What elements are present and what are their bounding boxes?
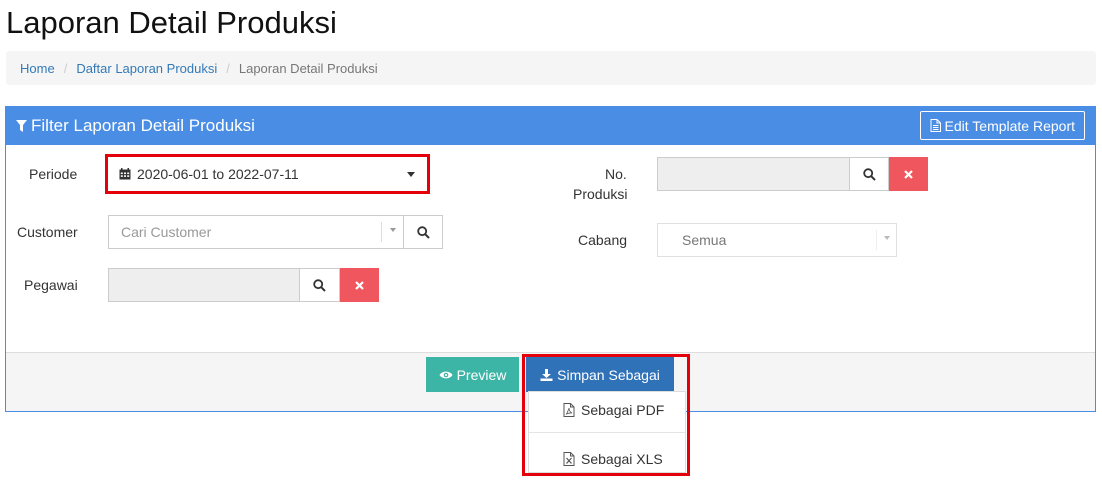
search-icon xyxy=(313,278,326,292)
highlight-box-periode xyxy=(105,154,430,194)
preview-button[interactable]: Preview xyxy=(426,357,519,392)
no-produksi-label-line2: Produksi xyxy=(573,186,628,202)
customer-label: Customer xyxy=(17,224,78,240)
breadcrumb-current: Laporan Detail Produksi xyxy=(238,60,378,76)
edit-template-label: Edit Template Report xyxy=(944,117,1075,134)
page-title: Laporan Detail Produksi xyxy=(6,5,337,40)
filter-icon xyxy=(16,120,27,132)
select-divider xyxy=(876,230,877,250)
search-icon xyxy=(862,167,876,181)
preview-label: Preview xyxy=(456,366,507,383)
no-produksi-search-button[interactable] xyxy=(849,157,889,191)
chevron-down-icon xyxy=(390,228,396,232)
customer-search-button[interactable] xyxy=(403,215,443,249)
select-divider xyxy=(381,222,382,242)
no-produksi-input[interactable] xyxy=(657,157,850,191)
highlight-box-simpan xyxy=(522,354,690,476)
filter-panel-heading: Filter Laporan Detail Produksi Edit Temp… xyxy=(6,107,1095,145)
edit-template-button[interactable]: Edit Template Report xyxy=(919,111,1085,140)
eye-icon xyxy=(439,371,453,378)
pegawai-clear-button[interactable] xyxy=(340,268,379,302)
search-icon xyxy=(416,225,430,239)
pegawai-search-button[interactable] xyxy=(299,268,340,302)
breadcrumb-list-link[interactable]: Daftar Laporan Produksi xyxy=(76,61,217,76)
cabang-label: Cabang xyxy=(578,232,628,248)
breadcrumb-separator: / xyxy=(63,60,68,76)
close-icon xyxy=(355,280,364,290)
file-icon xyxy=(930,119,941,132)
breadcrumb-separator: / xyxy=(226,60,230,76)
filter-panel-title: Filter Laporan Detail Produksi xyxy=(31,116,255,135)
customer-select[interactable]: Cari Customer xyxy=(108,215,404,249)
cabang-select[interactable]: Semua xyxy=(657,223,897,257)
periode-label: Periode xyxy=(29,166,78,182)
breadcrumb: Home / Daftar Laporan Produksi / Laporan… xyxy=(6,51,1096,85)
chevron-down-icon xyxy=(884,236,890,240)
customer-placeholder: Cari Customer xyxy=(121,224,212,240)
no-produksi-clear-button[interactable] xyxy=(889,157,928,191)
breadcrumb-home-link[interactable]: Home xyxy=(20,61,55,76)
close-icon xyxy=(904,169,913,179)
pegawai-input[interactable] xyxy=(108,268,300,302)
pegawai-label: Pegawai xyxy=(24,277,78,293)
cabang-value: Semua xyxy=(682,232,727,248)
no-produksi-label-line1: No. xyxy=(605,166,627,182)
